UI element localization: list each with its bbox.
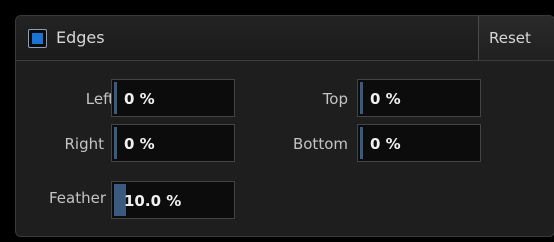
edges-panel: Edges Reset Left 0 % Top 0 % Right 0 % B… — [15, 15, 554, 237]
right-input[interactable]: 0 % — [111, 124, 235, 162]
top-value: 0 % — [370, 90, 401, 108]
feather-input[interactable]: 10.0 % — [111, 181, 235, 219]
top-value-bar — [360, 82, 363, 114]
bottom-value-bar — [360, 127, 363, 159]
right-value-bar — [114, 127, 117, 159]
bottom-input[interactable]: 0 % — [357, 124, 481, 162]
right-value: 0 % — [124, 135, 155, 153]
feather-label: Feather — [48, 189, 106, 207]
reset-button[interactable]: Reset — [478, 16, 554, 60]
panel-header: Edges Reset — [16, 16, 554, 61]
right-label: Right — [64, 135, 105, 153]
top-label: Top — [322, 90, 348, 108]
checkbox-check-icon — [32, 33, 43, 44]
feather-value: 10.0 % — [124, 192, 182, 210]
left-value: 0 % — [124, 90, 155, 108]
left-value-bar — [114, 82, 117, 114]
edges-enable-checkbox[interactable] — [28, 29, 47, 48]
top-input[interactable]: 0 % — [357, 79, 481, 117]
left-label: Left — [85, 90, 114, 108]
panel-title: Edges — [56, 28, 105, 47]
bottom-label: Bottom — [292, 135, 348, 153]
left-input[interactable]: 0 % — [111, 79, 235, 117]
bottom-value: 0 % — [370, 135, 401, 153]
